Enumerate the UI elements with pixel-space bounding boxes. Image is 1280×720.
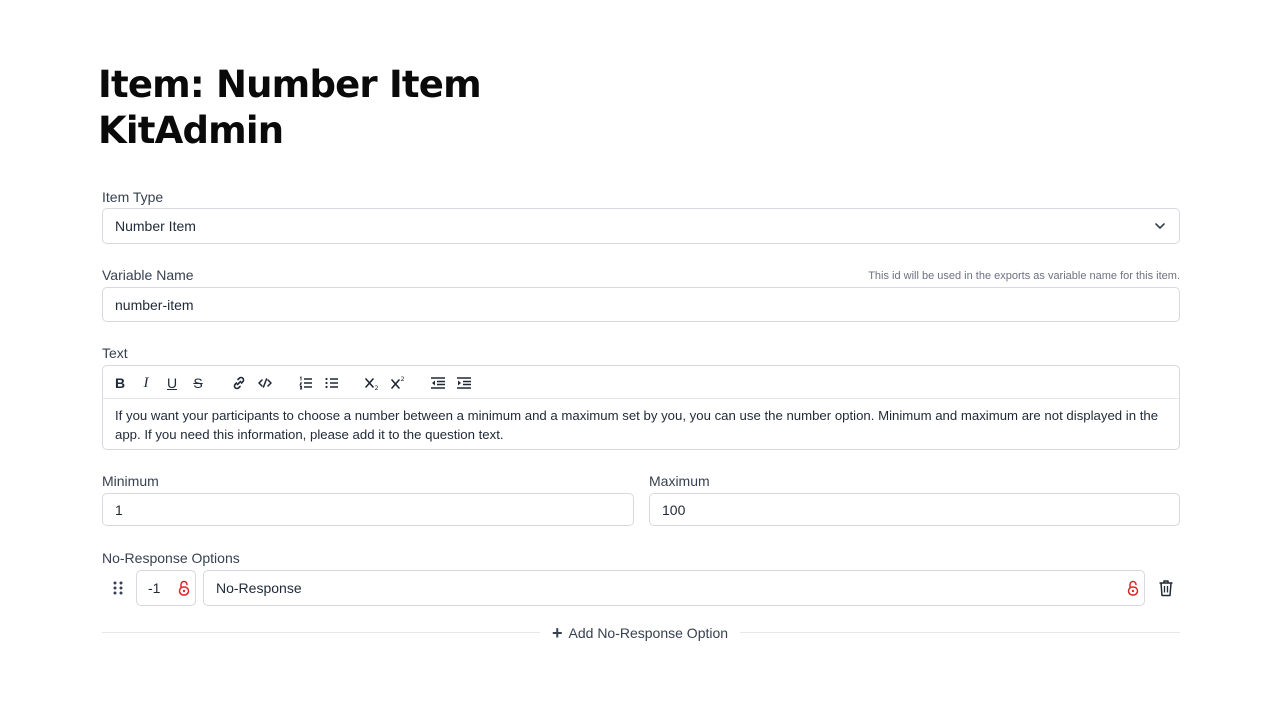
trash-icon[interactable]	[1158, 579, 1174, 597]
svg-text:2: 2	[375, 384, 379, 391]
drag-handle-icon[interactable]	[112, 580, 124, 596]
svg-text:2: 2	[401, 375, 405, 383]
chevron-down-icon	[1155, 223, 1165, 229]
variable-name-label: Variable Name	[102, 267, 194, 283]
maximum-input[interactable]: 100	[649, 493, 1180, 526]
no-response-label: No-Response Options	[102, 550, 240, 566]
subscript-button[interactable]: 2	[363, 374, 381, 392]
editor-toolbar: B I U S 2 2	[103, 366, 1179, 399]
strikethrough-button[interactable]: S	[189, 374, 207, 392]
item-type-value: Number Item	[115, 218, 196, 234]
divider-left	[102, 632, 540, 633]
page-title-line1: Item: Number Item	[98, 63, 482, 106]
indent-icon	[457, 377, 471, 389]
no-response-label-value: No-Response	[216, 580, 302, 596]
no-response-code-input[interactable]: -1	[136, 570, 196, 606]
text-editor[interactable]: B I U S 2 2 If you want your participant…	[102, 365, 1180, 450]
maximum-label: Maximum	[649, 473, 710, 489]
link-icon	[233, 376, 245, 390]
variable-name-value: number-item	[115, 296, 194, 313]
code-icon	[258, 378, 272, 388]
item-type-label: Item Type	[102, 189, 164, 205]
no-response-label-input[interactable]: No-Response	[203, 570, 1145, 606]
minimum-label: Minimum	[102, 473, 159, 489]
superscript-button[interactable]: 2	[389, 374, 407, 392]
ordered-list-icon	[299, 376, 312, 390]
subscript-icon: 2	[365, 378, 379, 391]
page-title-line2: KitAdmin	[98, 109, 284, 152]
bullet-list-icon	[325, 377, 338, 389]
indent-button[interactable]	[455, 374, 473, 392]
add-no-response-button[interactable]: + Add No-Response Option	[552, 623, 728, 643]
editor-content[interactable]: If you want your participants to choose …	[115, 406, 1167, 444]
code-button[interactable]	[256, 374, 274, 392]
ordered-list-button[interactable]	[297, 374, 315, 392]
divider-right	[740, 632, 1180, 633]
text-label: Text	[102, 345, 128, 361]
variable-name-input[interactable]: number-item	[102, 287, 1180, 322]
item-type-select[interactable]: Number Item	[102, 208, 1180, 244]
unlock-icon[interactable]	[177, 580, 191, 596]
italic-button[interactable]: I	[137, 374, 155, 392]
maximum-value: 100	[662, 501, 686, 518]
bullet-list-button[interactable]	[323, 374, 341, 392]
link-button[interactable]	[230, 374, 248, 392]
variable-name-hint: This id will be used in the exports as v…	[868, 270, 1180, 282]
page-title: Item: Number Item KitAdmin	[98, 62, 482, 154]
unlock-icon[interactable]	[1126, 580, 1140, 596]
outdent-icon	[431, 377, 445, 389]
underline-button[interactable]: U	[163, 374, 181, 392]
no-response-code-value: -1	[148, 580, 161, 596]
superscript-icon: 2	[391, 375, 405, 389]
bold-button[interactable]: B	[111, 374, 129, 392]
outdent-button[interactable]	[429, 374, 447, 392]
minimum-value: 1	[115, 501, 123, 518]
plus-icon: +	[552, 623, 563, 643]
minimum-input[interactable]: 1	[102, 493, 634, 526]
add-no-response-label: Add No-Response Option	[568, 625, 729, 641]
no-response-option-row: -1 No-Response	[102, 570, 1182, 606]
